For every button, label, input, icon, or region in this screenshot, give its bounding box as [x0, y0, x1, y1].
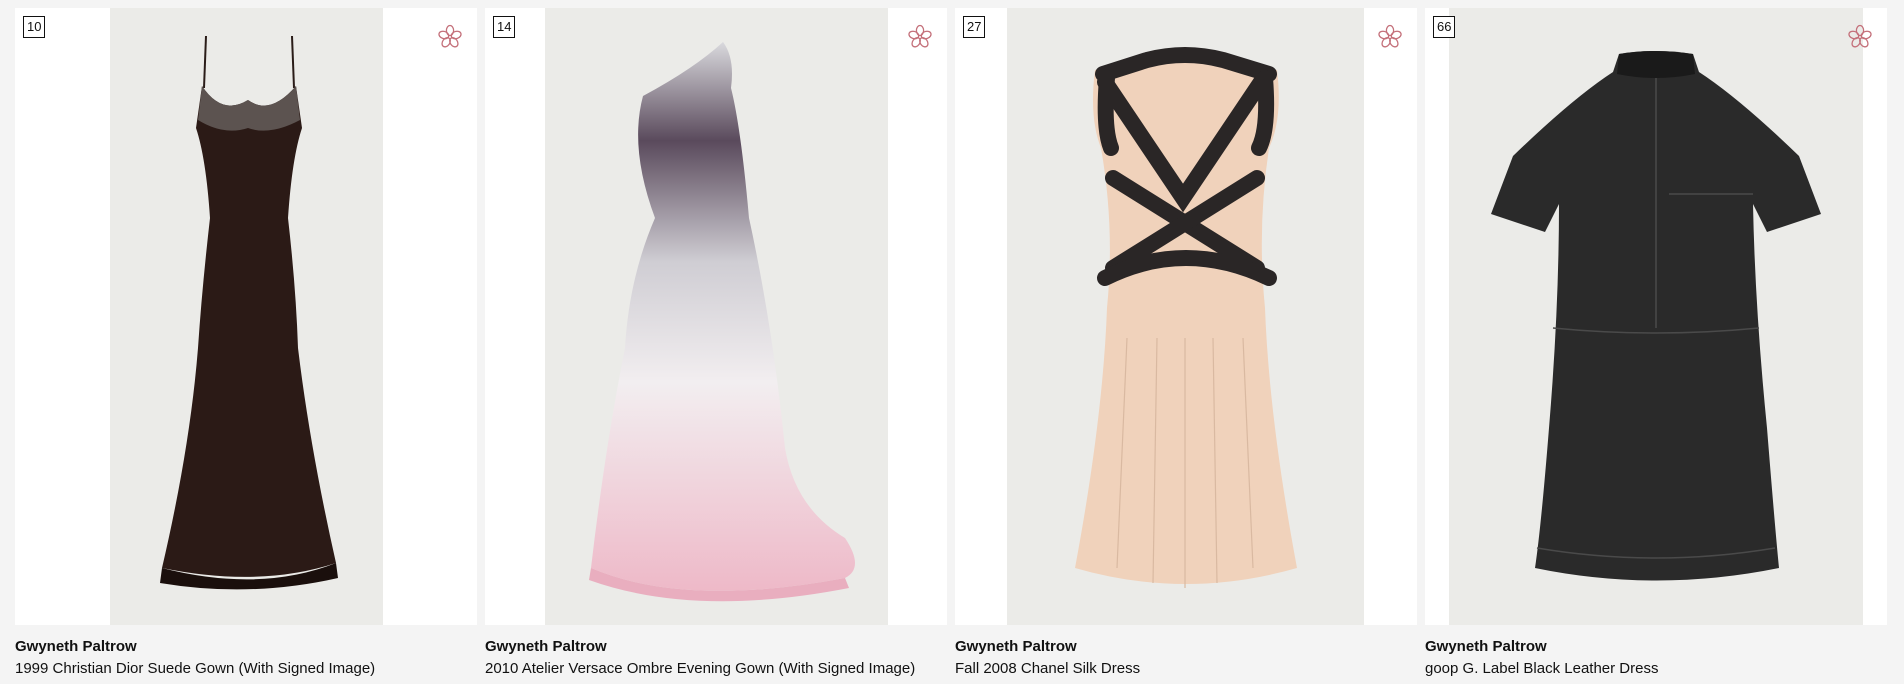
lot-image[interactable] [1007, 8, 1364, 625]
lot-number-badge: 27 [963, 16, 986, 38]
lot-title[interactable]: goop G. Label Black Leather Dress [1425, 659, 1887, 679]
flower-outline-icon[interactable] [1847, 24, 1873, 50]
lot-number-badge: 14 [493, 16, 516, 38]
lot-image[interactable] [1449, 8, 1863, 625]
lot-image-frame[interactable]: 27 [955, 8, 1417, 625]
lot-artist-name[interactable]: Gwyneth Paltrow [955, 637, 1417, 657]
lot-image[interactable] [110, 8, 383, 625]
lot-title[interactable]: Fall 2008 Chanel Silk Dress [955, 659, 1417, 679]
flower-outline-icon[interactable] [437, 24, 463, 50]
ombre-one-shoulder-gown-image [589, 42, 855, 602]
lot-artist-name[interactable]: Gwyneth Paltrow [485, 637, 947, 657]
lot-number-badge: 10 [23, 16, 46, 38]
lot-card[interactable]: 14 Gwyneth Paltrow 2010 Atelier Versace … [485, 8, 947, 679]
lot-title[interactable]: 1999 Christian Dior Suede Gown (With Sig… [15, 659, 477, 679]
beige-strap-dress-image [1075, 47, 1297, 588]
lot-card[interactable]: 10 Gwyneth Paltrow 1999 Christian Dior S… [15, 8, 477, 679]
lot-card[interactable]: 27 Gwyneth Paltrow Fall 2008 Chanel Silk… [955, 8, 1417, 679]
lot-image-frame[interactable]: 14 [485, 8, 947, 625]
lot-image[interactable] [545, 8, 888, 625]
flower-outline-icon[interactable] [907, 24, 933, 50]
lot-grid: 10 Gwyneth Paltrow 1999 Christian Dior S… [0, 0, 1904, 679]
black-lace-gown-image [160, 35, 338, 590]
lot-image-frame[interactable]: 66 [1425, 8, 1887, 625]
lot-title[interactable]: 2010 Atelier Versace Ombre Evening Gown … [485, 659, 947, 679]
lot-card[interactable]: 66 Gwyneth Paltrow goop G. Label Black L… [1425, 8, 1887, 679]
lot-number-badge: 66 [1433, 16, 1456, 38]
lot-artist-name[interactable]: Gwyneth Paltrow [1425, 637, 1887, 657]
flower-outline-icon[interactable] [1377, 24, 1403, 50]
lot-artist-name[interactable]: Gwyneth Paltrow [15, 637, 477, 657]
black-leather-dress-image [1491, 51, 1821, 581]
lot-image-frame[interactable]: 10 [15, 8, 477, 625]
